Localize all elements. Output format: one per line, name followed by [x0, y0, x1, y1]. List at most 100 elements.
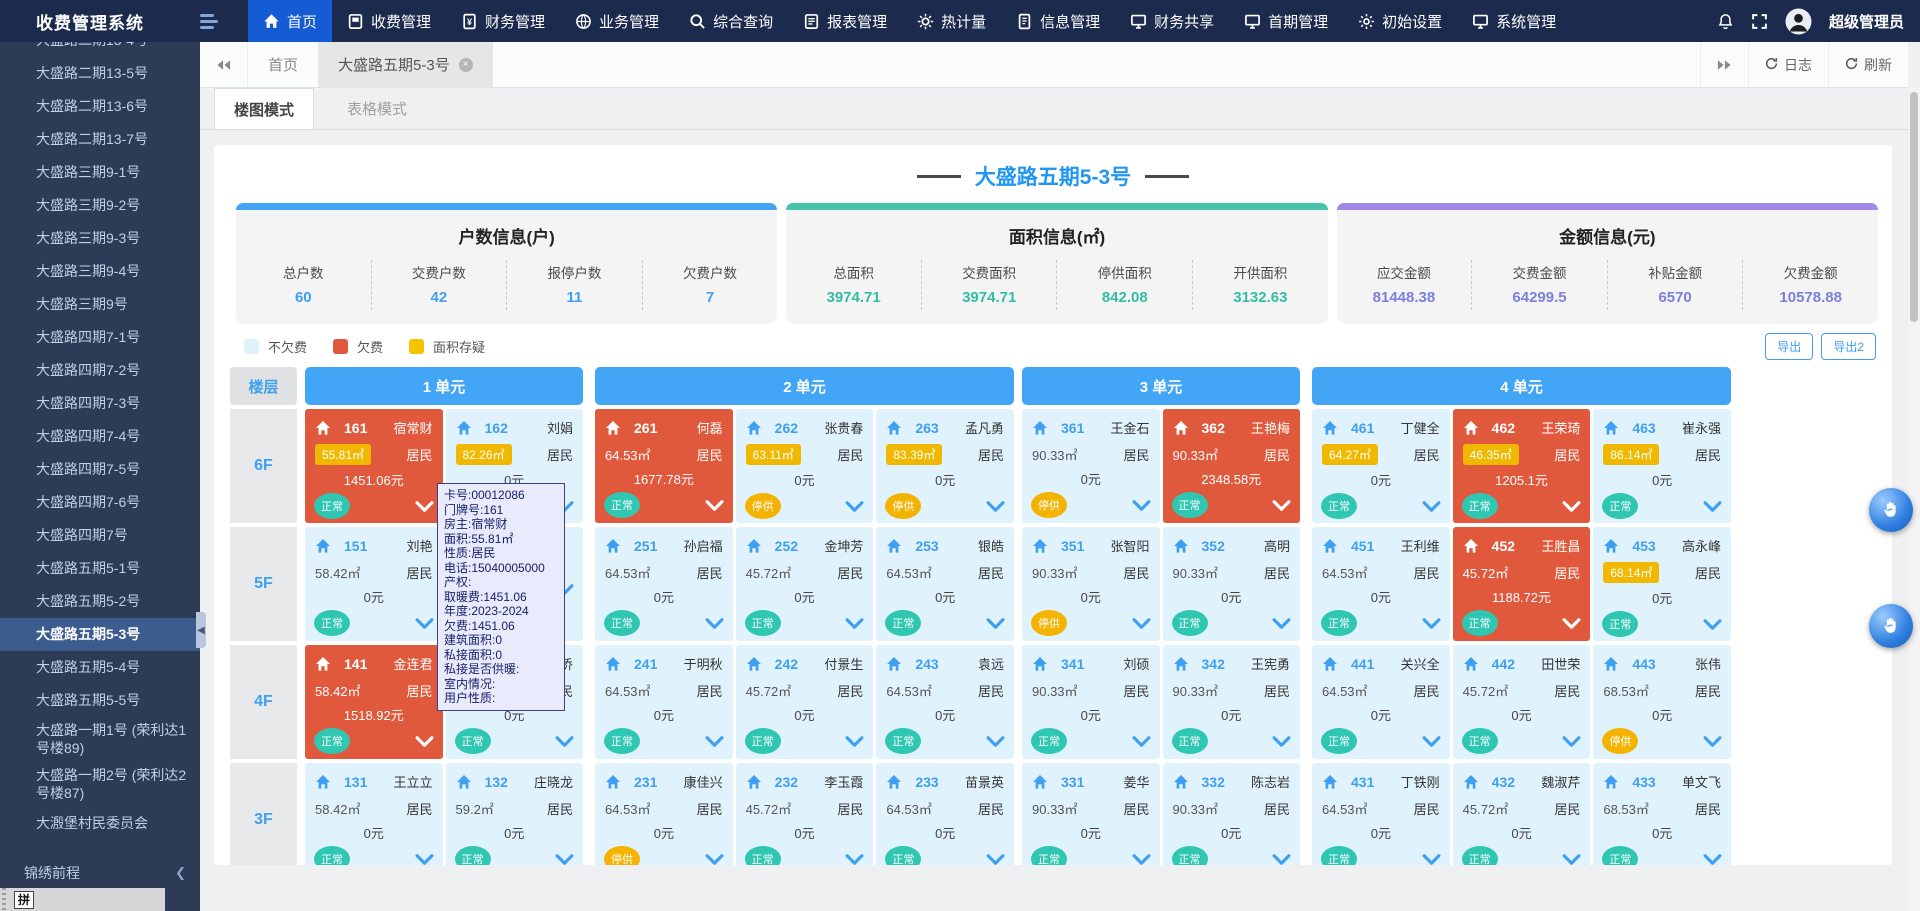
- tab-home[interactable]: 首页: [248, 42, 318, 87]
- nav-item-2[interactable]: ¥财务管理: [446, 0, 560, 42]
- room-cell-231[interactable]: 231康佳兴64.53㎡居民0元停供: [595, 763, 733, 865]
- tab-table-view[interactable]: 表格模式: [328, 88, 426, 129]
- menu-toggle-icon[interactable]: [200, 0, 230, 42]
- sidebar-item-17[interactable]: 大盛路五期5-2号: [0, 585, 200, 618]
- chevron-down-icon[interactable]: [1132, 854, 1151, 865]
- ime-drag-handle[interactable]: [2, 888, 6, 911]
- sidebar-item-12[interactable]: 大盛路四期7-4号: [0, 420, 200, 453]
- scroll-tabs-left-icon[interactable]: [200, 42, 248, 87]
- nav-item-8[interactable]: 财务共享: [1115, 0, 1229, 42]
- room-cell-351[interactable]: 351张智阳90.33㎡居民0元停供: [1022, 527, 1160, 641]
- sidebar-item-2[interactable]: 大盛路二期13-6号: [0, 90, 200, 123]
- room-cell-263[interactable]: 263孟凡勇83.39㎡居民0元停供: [876, 409, 1014, 523]
- sidebar-item-9[interactable]: 大盛路四期7-1号: [0, 321, 200, 354]
- room-cell-132[interactable]: 132庄晓龙59.2㎡居民0元正常: [446, 763, 584, 865]
- scroll-tabs-right-icon[interactable]: [1700, 42, 1748, 87]
- room-cell-161[interactable]: 161宿常财55.81㎡居民1451.06元正常: [305, 409, 443, 523]
- room-cell-463[interactable]: 463崔永强86.14㎡居民0元正常: [1593, 409, 1731, 523]
- chevron-down-icon[interactable]: [1272, 736, 1291, 747]
- chevron-down-icon[interactable]: [986, 854, 1005, 865]
- sidebar-item-10[interactable]: 大盛路四期7-2号: [0, 354, 200, 387]
- room-cell-451[interactable]: 451王利维64.53㎡居民0元正常: [1312, 527, 1450, 641]
- chevron-down-icon[interactable]: [1132, 736, 1151, 747]
- sidebar-item-6[interactable]: 大盛路三期9-3号: [0, 222, 200, 255]
- close-icon[interactable]: ×: [459, 58, 473, 72]
- tab-building-active[interactable]: 大盛路五期5-3号 ×: [318, 42, 493, 87]
- refresh-button[interactable]: 刷新: [1828, 42, 1908, 87]
- room-cell-361[interactable]: 361王金石90.33㎡居民0元停供: [1022, 409, 1160, 523]
- sidebar-item-13[interactable]: 大盛路四期7-5号: [0, 453, 200, 486]
- nav-item-9[interactable]: 首期管理: [1229, 0, 1343, 42]
- room-cell-232[interactable]: 232李玉霞45.72㎡居民0元正常: [736, 763, 874, 865]
- room-cell-452[interactable]: 452王胜昌45.72㎡居民1188.72元正常: [1453, 527, 1591, 641]
- room-cell-443[interactable]: 443张伟68.53㎡居民0元停供: [1593, 645, 1731, 759]
- chevron-down-icon[interactable]: [705, 618, 724, 629]
- floating-hand-button-2[interactable]: [1869, 604, 1913, 648]
- chevron-down-icon[interactable]: [705, 500, 724, 511]
- chevron-down-icon[interactable]: [1562, 618, 1581, 629]
- room-cell-141[interactable]: 141金连君58.42㎡居民1518.92元正常: [305, 645, 443, 759]
- chevron-down-icon[interactable]: [705, 736, 724, 747]
- chevron-down-icon[interactable]: [1132, 618, 1151, 629]
- sidebar-item-21[interactable]: 大盛路一期1号 (荣利达1号楼89): [0, 717, 200, 762]
- room-cell-331[interactable]: 331姜华90.33㎡居民0元正常: [1022, 763, 1160, 865]
- sidebar-item-15[interactable]: 大盛路四期7号: [0, 519, 200, 552]
- sidebar-item-3[interactable]: 大盛路二期13-7号: [0, 123, 200, 156]
- chevron-down-icon[interactable]: [1422, 501, 1441, 512]
- sidebar-item-20[interactable]: 大盛路五期5-5号: [0, 684, 200, 717]
- room-cell-431[interactable]: 431丁铁刚64.53㎡居民0元正常: [1312, 763, 1450, 865]
- chevron-down-icon[interactable]: [1272, 618, 1291, 629]
- scrollbar-thumb[interactable]: [1910, 92, 1918, 322]
- chevron-down-icon[interactable]: [415, 618, 434, 629]
- sidebar-collapse-handle[interactable]: ◀: [196, 612, 206, 648]
- sidebar-item-23[interactable]: 大溵堡村民委员会: [0, 807, 200, 840]
- tab-floor-view[interactable]: 楼图模式: [214, 88, 314, 129]
- sidebar-item-8[interactable]: 大盛路三期9号: [0, 288, 200, 321]
- chevron-down-icon[interactable]: [555, 854, 574, 865]
- chevron-down-icon[interactable]: [845, 501, 864, 512]
- nav-item-4[interactable]: 综合查询: [674, 0, 788, 42]
- room-cell-352[interactable]: 352高明90.33㎡居民0元正常: [1163, 527, 1301, 641]
- chevron-down-icon[interactable]: [1703, 854, 1722, 865]
- chevron-down-icon[interactable]: [415, 736, 434, 747]
- room-cell-453[interactable]: 453高永峰68.14㎡居民0元正常: [1593, 527, 1731, 641]
- room-cell-332[interactable]: 332陈志岩90.33㎡居民0元正常: [1163, 763, 1301, 865]
- sidebar-item-22[interactable]: 大盛路一期2号 (荣利达2号楼87): [0, 762, 200, 807]
- nav-item-10[interactable]: 初始设置: [1343, 0, 1457, 42]
- chevron-down-icon[interactable]: [1703, 736, 1722, 747]
- sidebar-item-0[interactable]: 大盛路二期13-4号: [0, 42, 200, 57]
- floating-hand-button-1[interactable]: [1869, 488, 1913, 532]
- sidebar-item-11[interactable]: 大盛路四期7-3号: [0, 387, 200, 420]
- room-cell-253[interactable]: 253银皓64.53㎡居民0元正常: [876, 527, 1014, 641]
- sidebar-item-18[interactable]: 大盛路五期5-3号: [0, 618, 200, 651]
- chevron-down-icon[interactable]: [1422, 854, 1441, 865]
- sidebar-item-4[interactable]: 大盛路三期9-1号: [0, 156, 200, 189]
- chevron-down-icon[interactable]: [1703, 501, 1722, 512]
- chevron-down-icon[interactable]: [415, 854, 434, 865]
- fullscreen-icon[interactable]: [1751, 13, 1768, 30]
- sidebar-item-16[interactable]: 大盛路五期5-1号: [0, 552, 200, 585]
- chevron-down-icon[interactable]: [1422, 736, 1441, 747]
- avatar[interactable]: [1785, 8, 1812, 35]
- room-cell-462[interactable]: 462王荣琦46.35㎡居民1205.1元正常: [1453, 409, 1591, 523]
- chevron-down-icon[interactable]: [986, 618, 1005, 629]
- room-cell-341[interactable]: 341刘硕90.33㎡居民0元正常: [1022, 645, 1160, 759]
- chevron-down-icon[interactable]: [1562, 736, 1581, 747]
- nav-item-5[interactable]: 报表管理: [788, 0, 902, 42]
- export2-button[interactable]: 导出2: [1821, 333, 1876, 360]
- room-cell-241[interactable]: 241于明秋64.53㎡居民0元正常: [595, 645, 733, 759]
- room-cell-362[interactable]: 362王艳梅90.33㎡居民2348.58元正常: [1163, 409, 1301, 523]
- room-cell-251[interactable]: 251孙启福64.53㎡居民0元正常: [595, 527, 733, 641]
- room-cell-262[interactable]: 262张贵春63.11㎡居民0元停供: [736, 409, 874, 523]
- sidebar-section-footer[interactable]: 锦绣前程 ❮: [0, 863, 200, 883]
- nav-item-7[interactable]: 信息管理: [1001, 0, 1115, 42]
- sidebar-item-14[interactable]: 大盛路四期7-6号: [0, 486, 200, 519]
- room-cell-461[interactable]: 461丁健全64.27㎡居民0元正常: [1312, 409, 1450, 523]
- chevron-down-icon[interactable]: [415, 501, 434, 512]
- room-cell-442[interactable]: 442田世荣45.72㎡居民0元正常: [1453, 645, 1591, 759]
- room-cell-432[interactable]: 432魏淑芹45.72㎡居民0元正常: [1453, 763, 1591, 865]
- chevron-down-icon[interactable]: [1132, 500, 1151, 511]
- sidebar-item-1[interactable]: 大盛路二期13-5号: [0, 57, 200, 90]
- chevron-down-icon[interactable]: [1272, 854, 1291, 865]
- room-cell-433[interactable]: 433单文飞68.53㎡居民0元正常: [1593, 763, 1731, 865]
